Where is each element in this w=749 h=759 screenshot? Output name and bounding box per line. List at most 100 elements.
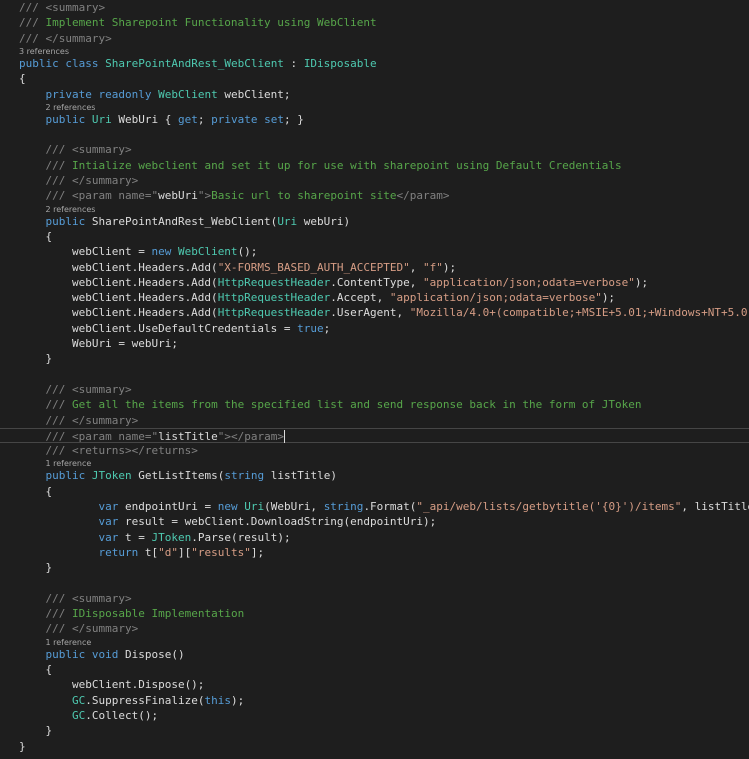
doc-tag-token: ///	[19, 16, 46, 30]
doc-tag-token: <summary>	[72, 591, 132, 605]
code-line[interactable]: /// IDisposable Implementation	[0, 606, 749, 621]
code-line[interactable]	[0, 127, 749, 142]
code-token: ;	[197, 112, 212, 126]
doc-tag-token: name	[118, 189, 145, 203]
code-line[interactable]: var t = JToken.Parse(result);	[0, 530, 749, 545]
code-token: }	[19, 724, 53, 738]
code-line[interactable]	[0, 367, 749, 382]
code-line[interactable]: public Uri WebUri { get; private set; }	[0, 112, 749, 127]
code-line[interactable]: /// <summary>	[0, 0, 749, 15]
code-line[interactable]: WebUri = webUri;	[0, 336, 749, 351]
code-line[interactable]: webClient.Headers.Add(HttpRequestHeader.…	[0, 290, 749, 305]
code-token: t =	[118, 530, 152, 544]
code-line[interactable]: webClient.UseDefaultCredentials = true;	[0, 321, 749, 336]
code-line[interactable]: /// <param name="listTitle"></param>	[0, 427, 749, 444]
comment-token: Basic url to sharepoint site	[211, 189, 397, 203]
doc-tag-token: ">	[197, 189, 212, 203]
code-token: .UserAgent,	[330, 306, 410, 320]
type-token: WebClient	[158, 87, 218, 101]
type-token: SharePointAndRest_WebClient	[105, 56, 284, 70]
code-line[interactable]: private readonly WebClient webClient;	[0, 87, 749, 102]
doc-tag-token: ="	[144, 189, 159, 203]
code-line[interactable]: }	[0, 739, 749, 754]
doc-tag-token: ///	[45, 413, 72, 427]
keyword-token: public	[45, 647, 86, 661]
text-cursor	[283, 430, 285, 444]
code-line[interactable]: public JToken GetListItems(string listTi…	[0, 468, 749, 483]
code-line[interactable]: /// <returns></returns>	[0, 443, 749, 458]
code-line[interactable]: var endpointUri = new Uri(WebUri, string…	[0, 499, 749, 514]
type-token: GC	[71, 693, 86, 707]
code-line[interactable]: public SharePointAndRest_WebClient(Uri w…	[0, 214, 749, 229]
code-line[interactable]: webClient.Headers.Add(HttpRequestHeader.…	[0, 305, 749, 320]
code-line[interactable]: {	[0, 71, 749, 86]
code-line[interactable]: webClient.Headers.Add("X-FORMS_BASED_AUT…	[0, 260, 749, 275]
code-line[interactable]: /// </summary>	[0, 173, 749, 188]
code-line[interactable]: /// <summary>	[0, 591, 749, 606]
code-line[interactable]: /// Implement Sharepoint Functionality u…	[0, 15, 749, 30]
keyword-token: new	[151, 245, 172, 259]
code-token: ,	[409, 260, 423, 274]
code-line[interactable]: GC.SuppressFinalize(this);	[0, 693, 749, 708]
string-token: "_api/web/lists/getbytitle('{0}')/items"	[416, 500, 682, 513]
doc-tag-token: <returns>	[72, 444, 132, 458]
keyword-token: get	[177, 112, 198, 126]
doc-tag-token: </param>	[230, 429, 284, 443]
code-token: :	[283, 56, 304, 70]
code-token: t[	[138, 545, 159, 559]
code-line[interactable]: /// </summary>	[0, 621, 749, 636]
code-line[interactable]: {	[0, 662, 749, 677]
doc-tag-token: ///	[45, 174, 72, 187]
code-editor[interactable]: /// <summary>/// Implement Sharepoint Fu…	[0, 0, 749, 759]
code-line[interactable]: /// Intialize webclient and set it up fo…	[0, 158, 749, 173]
code-line[interactable]: webClient.Headers.Add(HttpRequestHeader.…	[0, 275, 749, 290]
code-token: webClient.UseDefaultCredentials =	[19, 321, 298, 335]
code-token: {	[19, 663, 53, 676]
string-token: "application/json;odata=verbose"	[389, 291, 602, 305]
code-line[interactable]: {	[0, 484, 749, 499]
code-token: GetListItems(	[131, 469, 225, 483]
code-line[interactable]: /// Get all the items from the specified…	[0, 397, 749, 412]
code-token: .SuppressFinalize(	[85, 693, 205, 707]
type-token: JToken	[91, 469, 132, 483]
doc-tag-token: <param	[72, 189, 119, 203]
type-token: IDisposable	[303, 56, 377, 70]
code-token: Dispose()	[118, 647, 185, 661]
doc-tag-token: <summary>	[72, 143, 132, 157]
code-token: webClient.Headers.Add(	[19, 275, 218, 289]
keyword-token: this	[204, 693, 231, 707]
keyword-token: readonly	[98, 87, 152, 101]
code-line[interactable]: /// </summary>	[0, 413, 749, 428]
code-line[interactable]: webClient = new WebClient();	[0, 244, 749, 259]
doc-tag-token: ///	[45, 382, 72, 396]
string-token: "results"	[191, 545, 251, 559]
code-token: {	[19, 229, 53, 243]
code-line[interactable]: }	[0, 351, 749, 366]
code-line[interactable]: GC.Collect();	[0, 708, 749, 723]
code-line[interactable]: public class SharePointAndRest_WebClient…	[0, 56, 749, 71]
code-line[interactable]: }	[0, 560, 749, 575]
code-line[interactable]: /// <summary>	[0, 142, 749, 157]
code-line[interactable]: var result = webClient.DownloadString(en…	[0, 514, 749, 529]
code-token: ; }	[283, 112, 304, 126]
code-line[interactable]: webClient.Dispose();	[0, 677, 749, 692]
code-line[interactable]	[0, 576, 749, 591]
code-line[interactable]: /// <param name="webUri">Basic url to sh…	[0, 188, 749, 203]
code-line[interactable]: public void Dispose()	[0, 647, 749, 662]
code-line[interactable]: }	[0, 723, 749, 738]
type-token: Uri	[91, 112, 112, 126]
code-line[interactable]: /// </summary>	[0, 31, 749, 46]
doc-tag-token: ="	[144, 429, 159, 443]
code-line[interactable]: return t["d"]["results"];	[0, 545, 749, 560]
type-token: GC	[71, 708, 86, 722]
code-token: (WebUri,	[264, 500, 324, 513]
type-token: Uri	[244, 500, 265, 513]
code-line[interactable]: /// <summary>	[0, 382, 749, 397]
code-line[interactable]: {	[0, 229, 749, 244]
